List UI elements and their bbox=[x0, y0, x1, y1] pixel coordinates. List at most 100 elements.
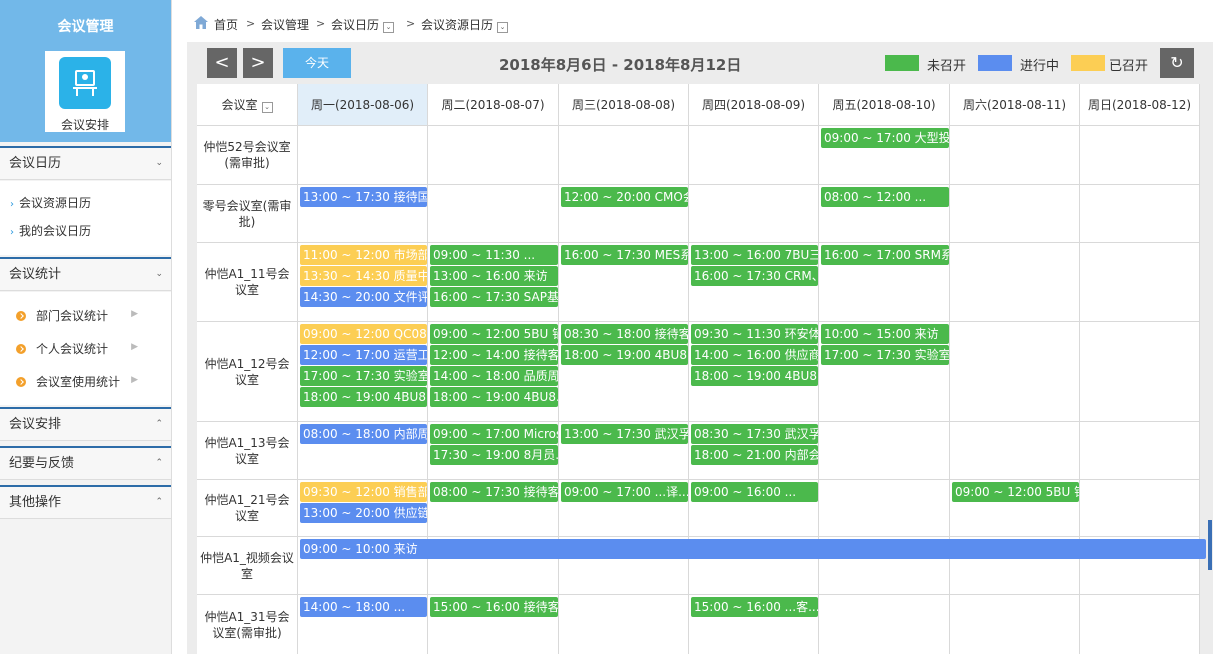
grid-line bbox=[688, 126, 689, 654]
meeting-event[interactable]: 17:00 ~ 17:30 实验室... bbox=[300, 366, 427, 386]
section-label: 纪要与反馈 bbox=[9, 456, 75, 471]
room-name: 仲恺A1_11号会议室 bbox=[197, 243, 298, 322]
meeting-event[interactable]: 12:00 ~ 14:00 接待客户 bbox=[430, 345, 558, 365]
meeting-event[interactable]: 09:00 ~ 17:00 大型投... bbox=[821, 128, 949, 148]
breadcrumb-home[interactable]: 首页 bbox=[214, 16, 238, 33]
meeting-event[interactable]: 18:00 ~ 19:00 4BU8... bbox=[561, 345, 688, 365]
meeting-event[interactable]: 18:00 ~ 19:00 4BU8... bbox=[691, 366, 818, 386]
room-name: 仲恺52号会议室(需审批) bbox=[197, 126, 298, 185]
meeting-event[interactable]: 17:00 ~ 17:30 实验室... bbox=[821, 345, 949, 365]
meeting-event[interactable]: 08:00 ~ 18:00 内部周... bbox=[300, 424, 427, 444]
meeting-event[interactable]: 09:00 ~ 12:00 QC080... bbox=[300, 324, 427, 344]
room-name: 仲恺A1_21号会议室 bbox=[197, 480, 298, 537]
meeting-event[interactable]: 08:00 ~ 17:30 接待客户 bbox=[430, 482, 558, 502]
home-icon bbox=[194, 16, 208, 29]
breadcrumb-separator: > bbox=[406, 17, 416, 30]
meeting-event[interactable]: 09:00 ~ 17:00 ...译... bbox=[561, 482, 688, 502]
meeting-event[interactable]: 16:00 ~ 17:30 MES系... bbox=[561, 245, 688, 265]
meeting-event[interactable]: 09:00 ~ 17:00 Micros... bbox=[430, 424, 558, 444]
dropdown-icon[interactable]: ⌄ bbox=[383, 22, 395, 33]
sidebar: 会议管理 会议安排 会议日历 ⌄ › 会议资源日历 › 我的会议日历 会议统计 ⌄ … bbox=[0, 0, 172, 654]
meeting-event[interactable]: 09:00 ~ 10:00 来访 bbox=[300, 539, 1206, 559]
grid-line bbox=[818, 126, 819, 654]
dropdown-icon[interactable]: ⌄ bbox=[497, 22, 509, 33]
room-name: 仲恺A1_13号会议室 bbox=[197, 422, 298, 480]
meeting-event[interactable]: 13:30 ~ 14:30 质量中... bbox=[300, 266, 427, 286]
menu-resource-calendar[interactable]: › 会议资源日历 bbox=[10, 194, 91, 211]
sidebar-title: 会议管理 bbox=[57, 19, 114, 35]
meeting-event[interactable]: 12:00 ~ 20:00 CMO会... bbox=[561, 187, 688, 207]
section-label: 会议日历 bbox=[9, 156, 62, 171]
grid-line bbox=[558, 126, 559, 654]
next-week-button[interactable]: > bbox=[243, 48, 273, 78]
meeting-event[interactable]: 11:00 ~ 12:00 市场部... bbox=[300, 245, 427, 265]
section-meeting-stats[interactable]: 会议统计 ⌄ bbox=[0, 257, 171, 291]
meeting-arrange-app[interactable]: 会议安排 bbox=[45, 51, 125, 132]
menu-dept-stats[interactable]: 部门会议统计 ▶ bbox=[16, 307, 166, 324]
chevron-up-icon: ⌃ bbox=[155, 458, 163, 468]
menu-personal-stats[interactable]: 个人会议统计 ▶ bbox=[16, 340, 166, 357]
stats-submenu: 部门会议统计 ▶ 个人会议统计 ▶ 会议室使用统计 ▶ bbox=[0, 292, 171, 405]
meeting-event[interactable]: 18:00 ~ 21:00 内部会议 bbox=[691, 445, 818, 465]
meeting-event[interactable]: 13:00 ~ 20:00 供应链... bbox=[300, 503, 427, 523]
prev-week-button[interactable]: < bbox=[207, 48, 237, 78]
breadcrumb-meeting-calendar[interactable]: 会议日历 ⌄ bbox=[331, 16, 395, 33]
section-meeting-arrange[interactable]: 会议安排 ⌃ bbox=[0, 407, 171, 441]
meeting-event[interactable]: 14:00 ~ 18:00 ... bbox=[300, 597, 427, 617]
date-range-title: 2018年8月6日 - 2018年8月12日 bbox=[499, 56, 742, 74]
scrollbar-thumb[interactable] bbox=[1208, 520, 1212, 570]
arrow-right-icon: › bbox=[10, 227, 14, 238]
breadcrumb-separator: > bbox=[316, 17, 326, 30]
day-column-header: 周三(2018-08-08) bbox=[559, 84, 689, 126]
section-minutes-feedback[interactable]: 纪要与反馈 ⌃ bbox=[0, 446, 171, 480]
breadcrumb-meeting-mgmt[interactable]: 会议管理 bbox=[261, 16, 309, 33]
meeting-event[interactable]: 12:00 ~ 17:00 运营工... bbox=[300, 345, 427, 365]
menu-my-calendar[interactable]: › 我的会议日历 bbox=[10, 222, 91, 239]
meeting-event[interactable]: 09:00 ~ 12:00 5BU 销... bbox=[430, 324, 558, 344]
room-name: 仲恺A1_31号会议室(需审批) bbox=[197, 595, 298, 654]
meeting-event[interactable]: 09:00 ~ 12:00 5BU 销... bbox=[952, 482, 1079, 502]
meeting-event[interactable]: 17:30 ~ 19:00 8月员... bbox=[430, 445, 558, 465]
section-other-ops[interactable]: 其他操作 ⌃ bbox=[0, 485, 171, 519]
dropdown-icon[interactable]: ⌄ bbox=[261, 102, 273, 113]
breadcrumb-separator: > bbox=[246, 17, 256, 30]
meeting-event[interactable]: 13:00 ~ 16:00 7BU三... bbox=[691, 245, 818, 265]
meeting-event[interactable]: 08:00 ~ 12:00 ... bbox=[821, 187, 949, 207]
meeting-event[interactable]: 14:30 ~ 20:00 文件评审 bbox=[300, 287, 427, 307]
breadcrumb-resource-calendar[interactable]: 会议资源日历 ⌄ bbox=[421, 16, 509, 33]
grid-line bbox=[298, 242, 1200, 243]
meeting-event[interactable]: 09:00 ~ 11:30 ... bbox=[430, 245, 558, 265]
room-name: 零号会议室(需审批) bbox=[197, 185, 298, 243]
chevron-down-icon: ⌄ bbox=[155, 158, 163, 168]
meeting-event[interactable]: 09:00 ~ 16:00 ... bbox=[691, 482, 818, 502]
room-column-header[interactable]: 会议室 ⌄ bbox=[197, 84, 298, 126]
meeting-event[interactable]: 08:30 ~ 18:00 接待客户 bbox=[561, 324, 688, 344]
meeting-event[interactable]: 13:00 ~ 17:30 接待国... bbox=[300, 187, 427, 207]
meeting-event[interactable]: 16:00 ~ 17:30 SAP基... bbox=[430, 287, 558, 307]
meeting-event[interactable]: 16:00 ~ 17:30 CRM、... bbox=[691, 266, 818, 286]
meeting-event[interactable]: 15:00 ~ 16:00 接待客户 bbox=[430, 597, 558, 617]
meeting-event[interactable]: 10:00 ~ 15:00 来访 bbox=[821, 324, 949, 344]
legend-swatch-finished bbox=[1071, 55, 1105, 71]
triangle-right-icon: ▶ bbox=[131, 342, 138, 352]
today-button[interactable]: 今天 bbox=[283, 48, 351, 78]
section-meeting-calendar[interactable]: 会议日历 ⌄ bbox=[0, 146, 171, 180]
meeting-event[interactable]: 18:00 ~ 19:00 4BU8... bbox=[300, 387, 427, 407]
meeting-event[interactable]: 14:00 ~ 18:00 品质周会 bbox=[430, 366, 558, 386]
menu-room-stats[interactable]: 会议室使用统计 ▶ bbox=[16, 373, 166, 390]
meeting-event[interactable]: 13:00 ~ 17:30 武汉孚... bbox=[561, 424, 688, 444]
meeting-event[interactable]: 16:00 ~ 17:00 SRM系... bbox=[821, 245, 949, 265]
sidebar-header: 会议管理 会议安排 bbox=[0, 0, 171, 142]
orange-bullet-icon bbox=[16, 311, 26, 321]
meeting-event[interactable]: 18:00 ~ 19:00 4BU8... bbox=[430, 387, 558, 407]
meeting-event[interactable]: 14:00 ~ 16:00 供应商... bbox=[691, 345, 818, 365]
meeting-event[interactable]: 09:30 ~ 12:00 销售部... bbox=[300, 482, 427, 502]
legend-swatch-in-progress bbox=[978, 55, 1012, 71]
meeting-arrange-label: 会议安排 bbox=[60, 118, 109, 132]
meeting-event[interactable]: 08:30 ~ 17:30 武汉孚... bbox=[691, 424, 818, 444]
meeting-event[interactable]: 15:00 ~ 16:00 ...客... bbox=[691, 597, 818, 617]
meeting-event[interactable]: 09:30 ~ 11:30 环安体... bbox=[691, 324, 818, 344]
meeting-event[interactable]: 13:00 ~ 16:00 来访 bbox=[430, 266, 558, 286]
refresh-icon[interactable]: ↻ bbox=[1160, 48, 1194, 78]
grid-line bbox=[1079, 126, 1080, 654]
